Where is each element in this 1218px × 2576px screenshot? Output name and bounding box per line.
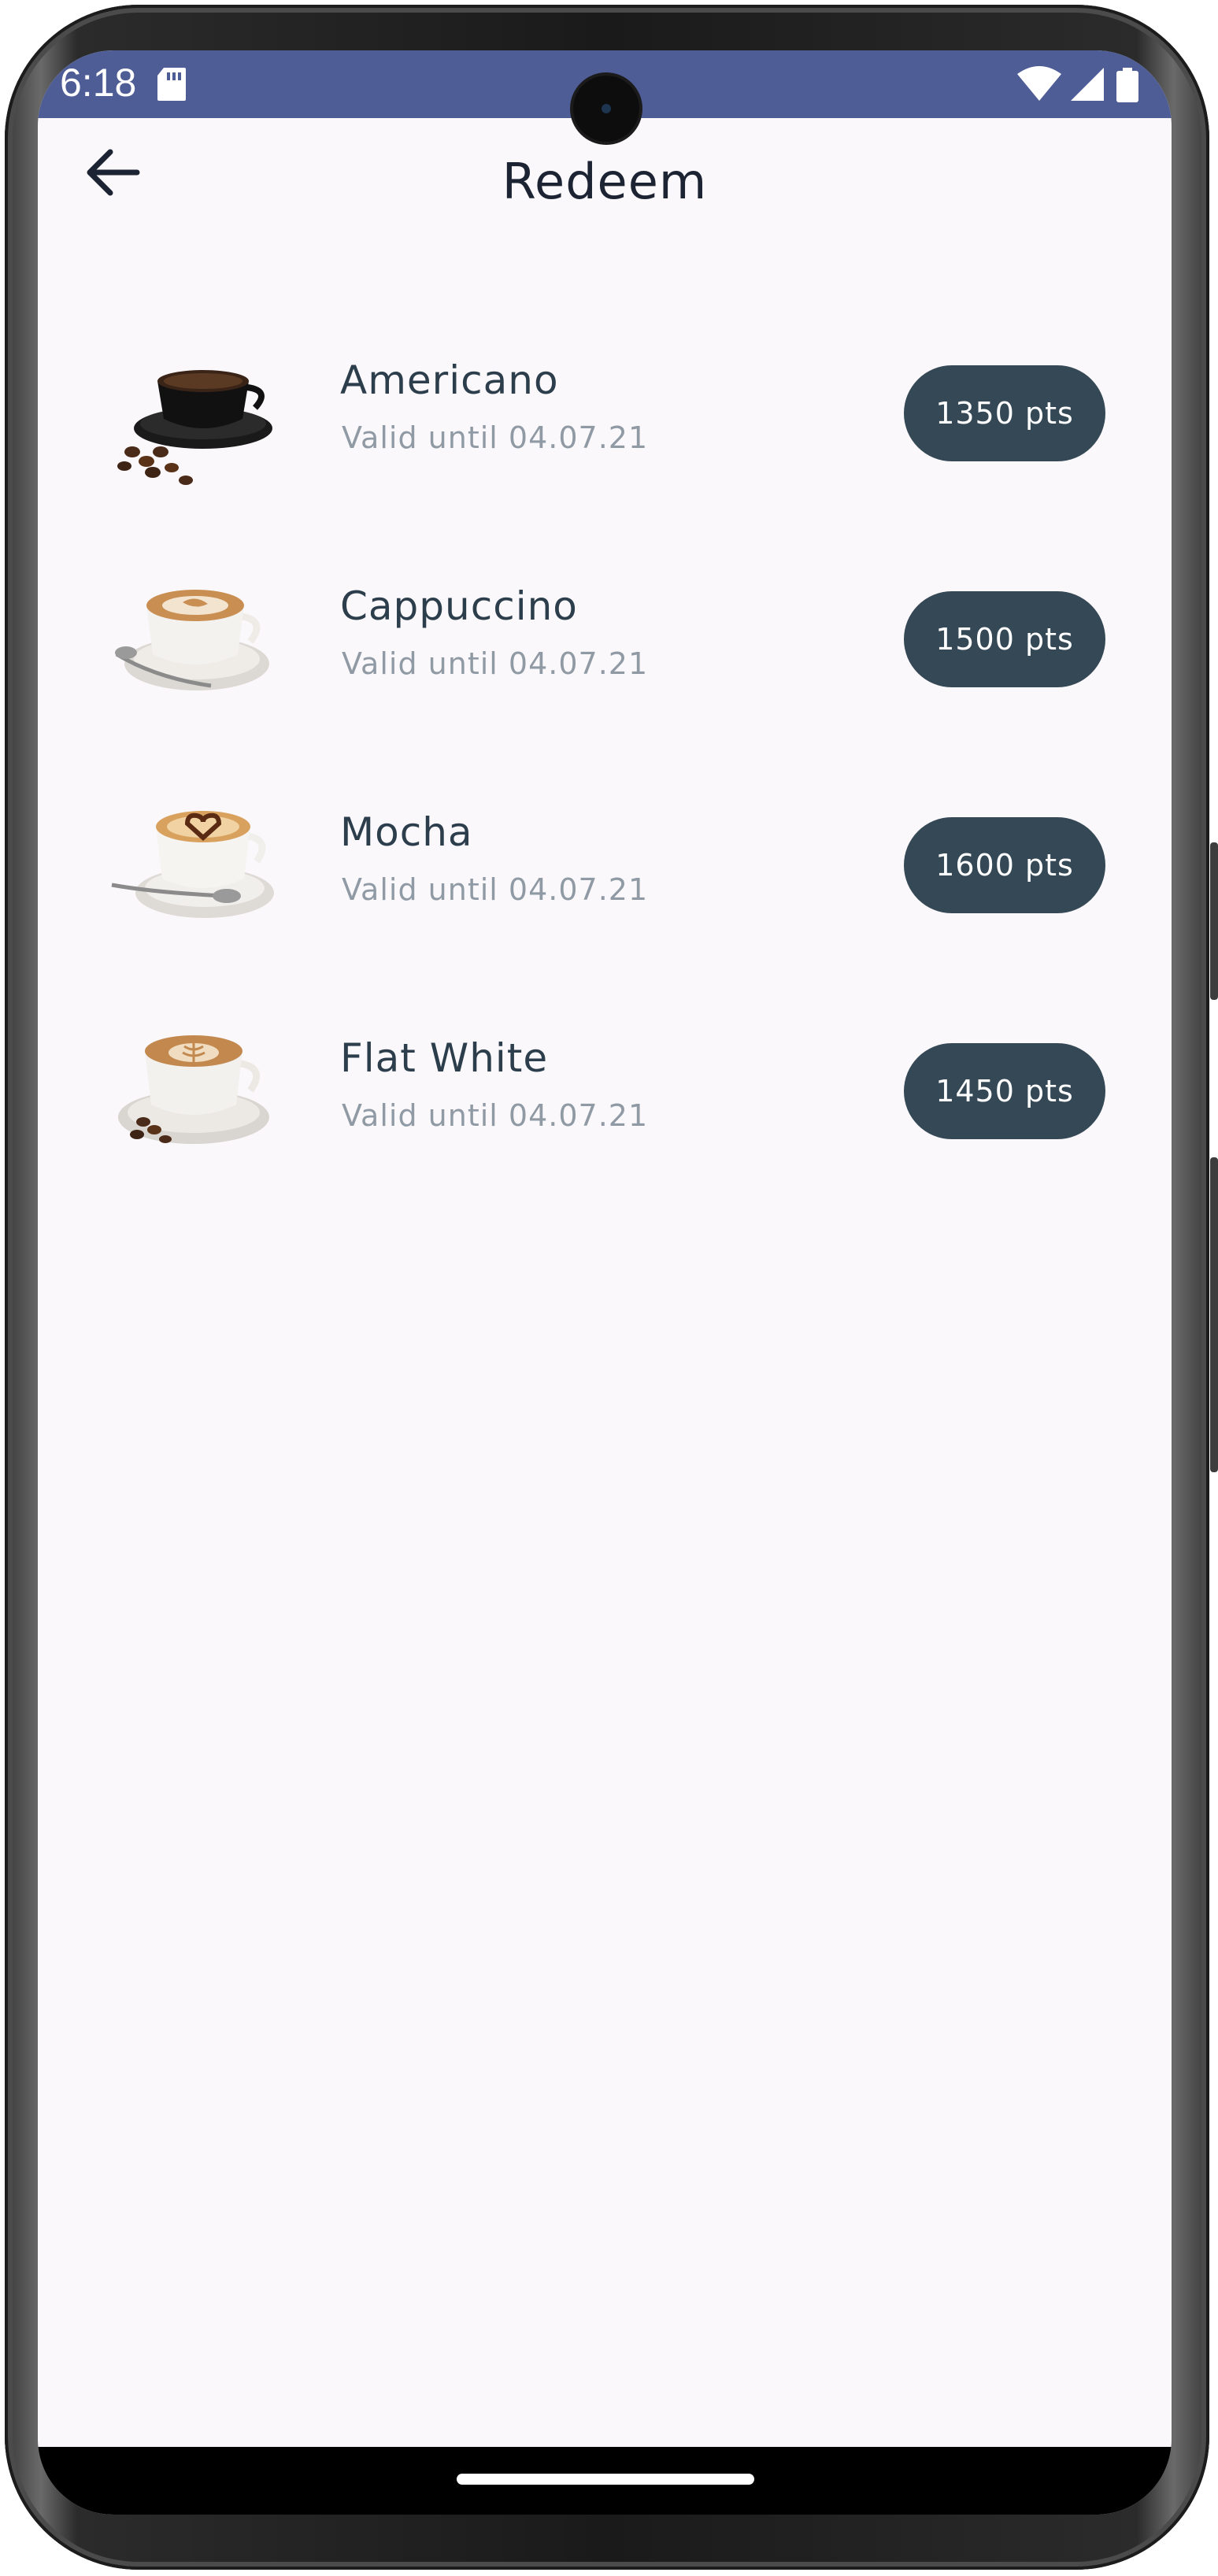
redeem-points-button[interactable]: 1450 pts: [904, 1043, 1105, 1139]
home-indicator[interactable]: [457, 2474, 754, 2485]
redeem-points-button[interactable]: 1500 pts: [904, 591, 1105, 687]
list-item-cappuccino[interactable]: Cappuccino Valid until 04.07.21 1500 pts: [38, 544, 1172, 733]
item-validity: Valid until 04.07.21: [342, 872, 649, 907]
item-name: Flat White: [340, 1035, 549, 1081]
item-validity: Valid until 04.07.21: [342, 420, 649, 455]
redeem-points-button[interactable]: 1350 pts: [904, 365, 1105, 461]
list-item-mocha[interactable]: Mocha Valid until 04.07.21 1600 pts: [38, 770, 1172, 959]
navigation-bar: [38, 2447, 1172, 2515]
item-validity: Valid until 04.07.21: [342, 1098, 649, 1133]
status-time: 6:18: [60, 61, 137, 105]
mocha-image: [111, 811, 274, 918]
item-name: Americano: [340, 357, 559, 403]
wifi-icon: [1017, 66, 1061, 101]
item-validity: Valid until 04.07.21: [342, 646, 649, 681]
list-item-americano[interactable]: Americano Valid until 04.07.21 1350 pts: [38, 318, 1172, 507]
americano-image: [117, 370, 272, 485]
redeem-points-button[interactable]: 1600 pts: [904, 817, 1105, 913]
cappuccino-image: [115, 590, 269, 690]
power-button: [1210, 842, 1218, 1000]
item-name: Cappuccino: [340, 583, 578, 629]
camera-lens: [602, 104, 611, 113]
list-item-flat-white[interactable]: Flat White Valid until 04.07.21 1450 pts: [38, 996, 1172, 1185]
page-title: Redeem: [502, 153, 708, 210]
phone-frame: 6:18 Redeem Americano Valid until 04.07.…: [0, 0, 1218, 2576]
screen: 6:18 Redeem Americano Valid until 04.07.…: [38, 50, 1172, 2515]
sd-card-icon: [157, 68, 186, 101]
flat-white-image: [118, 1035, 269, 1144]
item-name: Mocha: [340, 809, 473, 855]
battery-icon: [1116, 68, 1138, 102]
signal-icon: [1071, 68, 1104, 101]
volume-button: [1210, 1157, 1218, 1472]
status-icons: [1017, 66, 1138, 102]
